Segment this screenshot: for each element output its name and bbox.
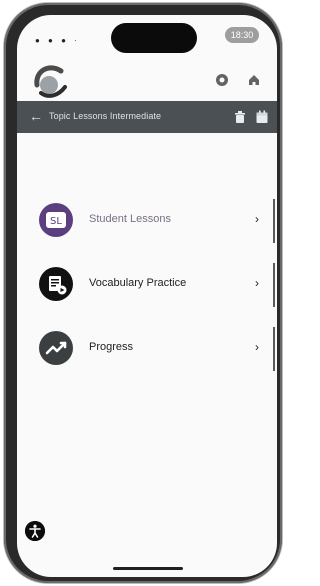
chevron-right-icon: › — [255, 212, 259, 226]
menu-item-progress[interactable]: Progress › — [17, 327, 277, 371]
menu-label: Vocabulary Practice — [89, 277, 187, 289]
app-logo-icon — [34, 65, 67, 98]
menu-label: Progress — [89, 341, 134, 353]
menu-item-student-lessons[interactable]: SL Student Lessons › — [17, 199, 277, 243]
scroll-indicator — [273, 327, 275, 371]
back-arrow-icon[interactable]: ← — [29, 109, 43, 123]
signal-icon: ● ● ● · — [35, 36, 80, 45]
app-screen: ● ● ● · 18:30 ← Topic Lessons Intermedia… — [17, 15, 277, 577]
menu-label: Student Lessons — [89, 213, 171, 225]
svg-text:SL: SL — [50, 216, 62, 227]
status-time: 18:30 — [225, 27, 259, 43]
progress-chart-icon — [39, 331, 73, 365]
chevron-right-icon: › — [255, 340, 259, 354]
home-indicator[interactable] — [113, 567, 183, 570]
vocabulary-practice-icon — [39, 267, 73, 301]
phone-frame: ● ● ● · 18:30 ← Topic Lessons Intermedia… — [4, 3, 282, 583]
chevron-right-icon: › — [255, 276, 259, 290]
trash-icon[interactable] — [233, 110, 247, 124]
page-title: Topic Lessons Intermediate — [49, 111, 162, 121]
page-header: ← Topic Lessons Intermediate — [17, 101, 277, 133]
menu-item-vocabulary-practice[interactable]: Vocabulary Practice › — [17, 263, 277, 307]
dynamic-island — [111, 23, 197, 53]
home-icon[interactable] — [247, 73, 261, 87]
accessibility-icon[interactable] — [25, 521, 45, 541]
scroll-indicator — [273, 199, 275, 243]
scroll-indicator — [273, 263, 275, 307]
calendar-icon[interactable] — [255, 110, 269, 124]
student-lessons-icon: SL — [39, 203, 73, 237]
settings-icon[interactable] — [215, 73, 229, 87]
